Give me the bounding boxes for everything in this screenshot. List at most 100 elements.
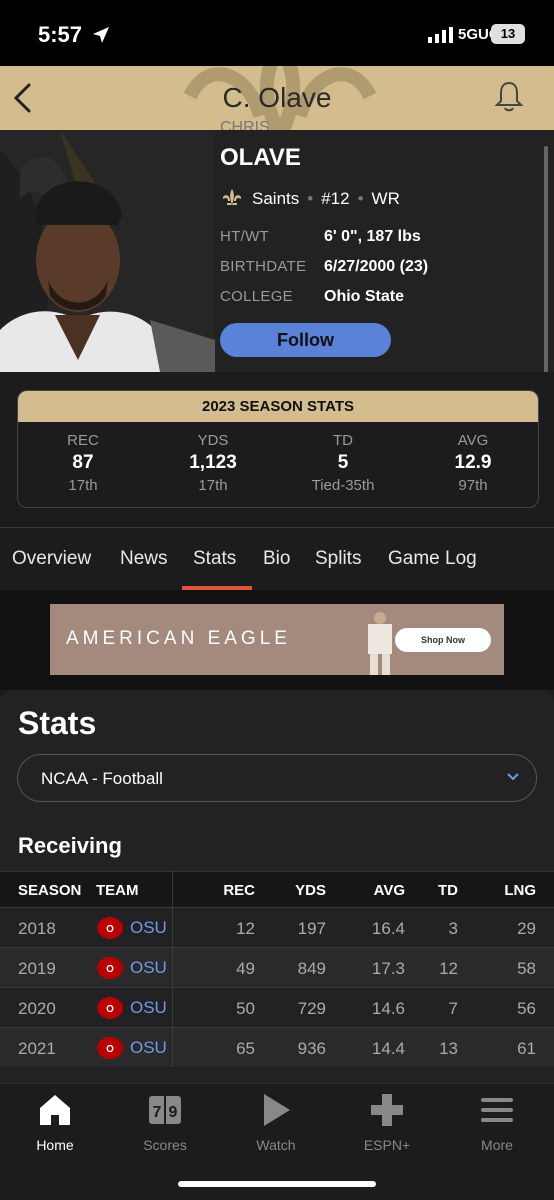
ad-shop-now-button[interactable]: Shop Now — [395, 628, 491, 652]
bottom-tab-label: ESPN+ — [363, 1137, 411, 1153]
season-stat-avg: AVG 12.9 97th — [408, 432, 538, 494]
bottom-tab-espnplus[interactable]: ESPN+ — [337, 1092, 437, 1153]
team-link[interactable]: OSU — [130, 958, 167, 978]
stat-label: TD — [333, 432, 353, 449]
scrollbar[interactable] — [544, 146, 548, 372]
season-stats-card: 2023 SEASON STATS REC 87 17th YDS 1,123 … — [17, 390, 539, 508]
bottom-tab-label: Watch — [256, 1137, 296, 1153]
receiving-heading: Receiving — [18, 833, 122, 858]
info-label: HT/WT — [220, 228, 269, 245]
ohio-state-logo-icon: O — [97, 917, 123, 939]
plus-icon — [371, 1094, 403, 1126]
col-header-team: TEAM — [96, 882, 139, 899]
tab-game-log[interactable]: Game Log — [388, 548, 477, 570]
ohio-state-logo-icon: O — [97, 1037, 123, 1059]
battery-indicator: 13 — [491, 24, 525, 44]
stats-heading: Stats — [18, 705, 97, 741]
bottom-tab-home[interactable]: Home — [5, 1092, 105, 1153]
cell-td: 7 — [448, 999, 458, 1018]
tab-overview[interactable]: Overview — [12, 548, 91, 570]
bottom-tab-label: Scores — [143, 1137, 187, 1153]
tab-bar: Overview News Stats Bio Splits Game Log — [0, 528, 554, 590]
separator-dot: • — [357, 189, 364, 208]
cell-avg: 16.4 — [371, 919, 405, 938]
team-line: Saints • #12 • WR — [220, 186, 400, 212]
player-first-name: CHRIS — [220, 119, 270, 130]
col-header-td: TD — [438, 882, 458, 899]
tab-news[interactable]: News — [120, 548, 168, 570]
svg-text:O: O — [106, 964, 114, 975]
cell-yds: 729 — [297, 999, 326, 1018]
cell-rec: 65 — [236, 1039, 255, 1058]
bottom-tab-watch[interactable]: Watch — [226, 1092, 326, 1153]
info-row-college: COLLEGE Ohio State — [220, 288, 404, 306]
table-row: 2018 O OSU 12 197 16.4 3 29 — [0, 907, 554, 947]
tab-bio[interactable]: Bio — [263, 548, 290, 570]
cell-avg: 14.6 — [371, 999, 405, 1018]
team-link[interactable]: OSU — [130, 918, 167, 938]
play-icon — [264, 1094, 290, 1126]
stat-label: AVG — [457, 432, 489, 449]
cell-td: 3 — [448, 919, 458, 938]
info-value[interactable]: Ohio State — [324, 288, 404, 305]
col-header-lng: LNG — [504, 882, 536, 899]
bottom-tab-more[interactable]: More — [447, 1092, 547, 1153]
team-name-link[interactable]: Saints — [252, 189, 299, 209]
location-arrow-icon — [93, 27, 109, 43]
tab-stats[interactable]: Stats — [193, 548, 236, 570]
stat-value: 1,123 — [189, 452, 237, 473]
team-link[interactable]: OSU — [130, 998, 167, 1018]
table-row: 2020 O OSU 50 729 14.6 7 56 — [0, 987, 554, 1027]
cell-team[interactable]: O OSU — [96, 996, 167, 1020]
league-select[interactable]: NCAA - Football — [17, 754, 537, 802]
scores-icon: 79 — [149, 1096, 181, 1124]
stat-rank: 17th — [68, 477, 98, 494]
follow-button[interactable]: Follow — [220, 323, 391, 357]
col-header-avg: AVG — [373, 882, 405, 899]
season-stat-td: TD 5 Tied-35th — [278, 432, 408, 494]
cell-yds: 849 — [297, 959, 326, 978]
cell-avg: 17.3 — [371, 959, 405, 978]
stat-label: REC — [67, 432, 99, 449]
cell-td: 12 — [439, 959, 458, 978]
cell-lng: 58 — [517, 959, 536, 978]
cell-lng: 61 — [517, 1039, 536, 1058]
league-select-value: NCAA - Football — [41, 769, 163, 788]
cell-team[interactable]: O OSU — [96, 1036, 167, 1060]
bell-icon[interactable] — [494, 80, 524, 112]
stat-label: YDS — [197, 432, 229, 449]
stat-value: 5 — [337, 452, 349, 473]
chevron-down-icon — [507, 773, 519, 781]
season-stat-rec: REC 87 17th — [18, 432, 148, 494]
tab-splits[interactable]: Splits — [315, 548, 361, 570]
season-stats-title: 2023 SEASON STATS — [18, 391, 538, 422]
cell-season: 2019 — [18, 959, 56, 978]
bottom-tab-scores[interactable]: 79 Scores — [115, 1092, 215, 1153]
menu-icon — [481, 1098, 513, 1122]
ad-banner[interactable]: AMERICAN EAGLE Shop Now — [50, 604, 504, 675]
page-title: C. Olave — [222, 82, 332, 113]
cell-team[interactable]: O OSU — [96, 916, 167, 940]
info-label: BIRTHDATE — [220, 258, 307, 275]
table-column-divider — [172, 871, 173, 1067]
bottom-tab-label: Home — [36, 1137, 74, 1153]
status-time: 5:57 — [38, 22, 83, 47]
cell-season: 2021 — [18, 1039, 56, 1058]
cell-team[interactable]: O OSU — [96, 956, 167, 980]
info-label: COLLEGE — [220, 288, 293, 305]
team-link[interactable]: OSU — [130, 1038, 167, 1058]
col-header-season: SEASON — [18, 882, 82, 899]
ad-brand: AMERICAN EAGLE — [66, 628, 291, 649]
cell-rec: 12 — [236, 919, 255, 938]
saints-logo-icon[interactable] — [220, 187, 244, 211]
stat-rank: 97th — [458, 477, 488, 494]
home-indicator[interactable] — [178, 1181, 376, 1187]
info-row-htwt: HT/WT 6' 0", 187 lbs — [220, 228, 421, 246]
cell-lng: 56 — [517, 999, 536, 1018]
stat-rank: 17th — [198, 477, 228, 494]
svg-text:O: O — [106, 1004, 114, 1015]
ohio-state-logo-icon: O — [97, 997, 123, 1019]
home-icon — [40, 1095, 70, 1125]
signal-icon — [428, 27, 453, 43]
cell-yds: 197 — [297, 919, 326, 938]
